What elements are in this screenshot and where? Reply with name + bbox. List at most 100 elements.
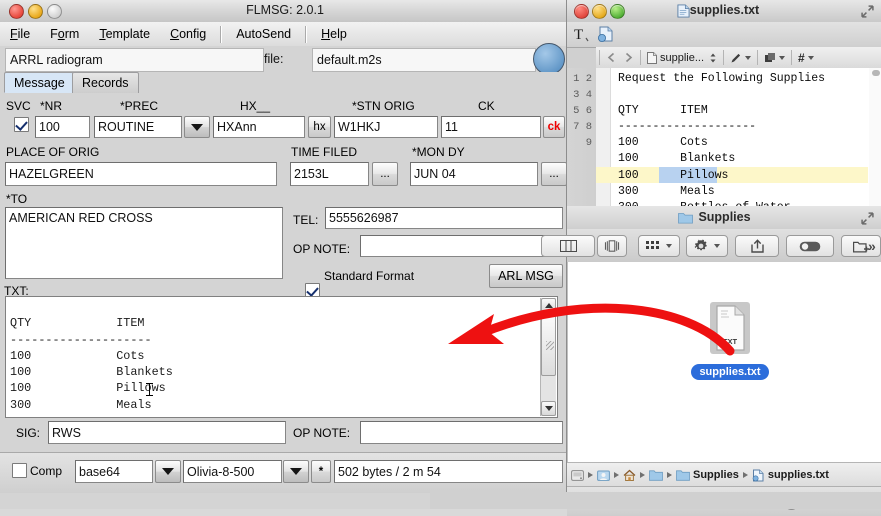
chevron-down-icon bbox=[745, 55, 752, 60]
crumb-users[interactable] bbox=[597, 469, 610, 482]
toolbar-overflow-button[interactable]: » bbox=[868, 238, 876, 254]
op-note-2-label: OP NOTE: bbox=[293, 426, 351, 440]
stn-orig-input[interactable]: W1HKJ bbox=[334, 116, 438, 138]
column-view-icon bbox=[559, 240, 577, 252]
mon-dy-browse-button[interactable]: ... bbox=[541, 162, 567, 186]
menu-template[interactable]: Template bbox=[89, 25, 160, 43]
op-note-2-input[interactable] bbox=[360, 421, 563, 444]
file-item-label: supplies.txt bbox=[691, 364, 769, 380]
crumb-desktop[interactable] bbox=[649, 469, 663, 481]
menu-autosend[interactable]: AutoSend bbox=[226, 25, 301, 43]
editor-line-numbers: 1 2 3 4 5 6 7 8 9 bbox=[573, 73, 592, 150]
hash-button[interactable]: # bbox=[795, 49, 817, 66]
file-item-supplies-txt[interactable]: TXT supplies.txt bbox=[691, 302, 769, 386]
expand-icon[interactable] bbox=[861, 212, 874, 225]
file-tab-label: supplie... bbox=[660, 51, 705, 64]
crumb-disk[interactable] bbox=[571, 469, 584, 482]
editor-margin-bar bbox=[596, 68, 611, 209]
chevron-down-icon bbox=[191, 123, 203, 131]
file-tab-button[interactable]: supplie... bbox=[644, 49, 720, 66]
arl-msg-button[interactable]: ARL MSG bbox=[489, 264, 563, 288]
coverflow-view-icon bbox=[604, 240, 620, 252]
time-filed-browse-button[interactable]: ... bbox=[372, 162, 398, 186]
share-icon bbox=[750, 239, 764, 253]
coverflow-view-button[interactable] bbox=[597, 235, 627, 257]
hx-input[interactable]: HXAnn bbox=[213, 116, 305, 138]
transfer-status: 502 bytes / 2 m 54 bbox=[334, 460, 563, 483]
menu-help[interactable]: Help bbox=[311, 25, 357, 43]
scroll-up-button[interactable] bbox=[541, 298, 556, 313]
status-indicator[interactable] bbox=[533, 43, 565, 75]
chevron-down-icon bbox=[807, 55, 814, 60]
pencil-button[interactable] bbox=[727, 49, 754, 66]
crumb-arrow-1 bbox=[588, 472, 593, 478]
crumb-file[interactable]: supplies.txt bbox=[752, 469, 829, 482]
comp-checkbox[interactable] bbox=[12, 463, 27, 478]
expand-icon[interactable] bbox=[861, 5, 874, 18]
hx-button[interactable]: hx bbox=[308, 116, 331, 138]
file-icon bbox=[647, 51, 657, 64]
flmsg-bottom-bar: Comp base64 Olivia-8-500 * 502 bytes / 2… bbox=[0, 452, 570, 493]
tel-input[interactable]: 5555626987 bbox=[325, 207, 563, 229]
finder-titlebar: Supplies bbox=[567, 206, 881, 229]
to-textarea[interactable]: AMERICAN RED CROSS bbox=[5, 207, 283, 279]
scroll-down-button[interactable] bbox=[541, 401, 556, 416]
share-button[interactable] bbox=[735, 235, 779, 257]
text-format-icon[interactable]: T bbox=[573, 25, 591, 44]
svc-checkbox[interactable] bbox=[14, 117, 29, 132]
tags-button[interactable] bbox=[786, 235, 834, 257]
place-of-orig-input[interactable]: HAZELGREEN bbox=[5, 162, 277, 186]
scroll-thumb[interactable] bbox=[541, 314, 556, 376]
txt-document-icon: TXT bbox=[710, 302, 750, 354]
finder-content-area[interactable]: TXT supplies.txt bbox=[567, 262, 881, 462]
nr-input[interactable]: 100 bbox=[35, 116, 90, 138]
crumb-supplies[interactable]: Supplies bbox=[676, 469, 739, 481]
prec-input[interactable]: ROUTINE bbox=[94, 116, 182, 138]
modem-select-value[interactable]: Olivia-8-500 bbox=[183, 460, 282, 483]
svg-text:T: T bbox=[574, 27, 583, 43]
stepper-icon[interactable] bbox=[709, 52, 717, 64]
editor-code-area[interactable]: Request the Following Supplies QTY ITEM … bbox=[596, 68, 881, 209]
text-cursor-icon bbox=[146, 383, 153, 396]
arrange-by-button[interactable] bbox=[638, 235, 680, 257]
chevron-down-icon bbox=[290, 468, 302, 475]
crumb-home[interactable] bbox=[623, 469, 636, 482]
text-editor-window: supplies.txt T File Path: ~/Desktop/Supp… bbox=[566, 0, 881, 209]
txt-scrollbar[interactable] bbox=[540, 298, 556, 416]
nr-label: *NR bbox=[40, 99, 63, 113]
action-button[interactable] bbox=[686, 235, 728, 257]
encoding-select-value[interactable]: base64 bbox=[75, 460, 153, 483]
flmsg-menubar: File Form Template Config AutoSend Help bbox=[0, 22, 570, 47]
menu-file[interactable]: File bbox=[0, 25, 40, 43]
hx-label: HX__ bbox=[240, 99, 271, 113]
comp-label: Comp bbox=[30, 464, 63, 478]
flmsg-titlebar: FLMSG: 2.0.1 bbox=[0, 0, 570, 23]
txt-textarea[interactable]: QTY ITEM -------------------- 100 Cots 1… bbox=[5, 296, 558, 418]
ck-input[interactable]: 11 bbox=[441, 116, 541, 138]
star-button[interactable]: * bbox=[311, 460, 331, 483]
tab-records[interactable]: Records bbox=[72, 72, 139, 93]
mon-dy-input[interactable]: JUN 04 bbox=[410, 162, 538, 186]
modem-dropdown-button[interactable] bbox=[283, 460, 309, 483]
nav-forward-button[interactable] bbox=[620, 49, 637, 66]
nav-back-button[interactable] bbox=[603, 49, 620, 66]
menu-separator-2 bbox=[305, 25, 308, 43]
menu-form[interactable]: Form bbox=[40, 25, 89, 43]
ck-button[interactable]: ck bbox=[543, 116, 565, 138]
editor-vertical-scrollbar[interactable] bbox=[869, 68, 881, 209]
editor-scroll-thumb[interactable] bbox=[872, 70, 880, 76]
tab-message[interactable]: Message bbox=[4, 72, 75, 93]
sig-input[interactable]: RWS bbox=[48, 421, 286, 444]
time-filed-input[interactable]: 2153L bbox=[290, 162, 369, 186]
file-label: file: bbox=[264, 52, 284, 66]
document-badge-icon[interactable] bbox=[597, 25, 616, 44]
view-toggle-group[interactable] bbox=[541, 235, 595, 257]
crumb-arrow-5 bbox=[742, 472, 748, 478]
mon-dy-label: *MON DY bbox=[412, 145, 465, 159]
menu-config[interactable]: Config bbox=[160, 25, 216, 43]
encoding-dropdown-button[interactable] bbox=[155, 460, 181, 483]
layers-button[interactable] bbox=[761, 49, 788, 66]
prec-dropdown-button[interactable] bbox=[184, 116, 210, 138]
op-note-input[interactable] bbox=[360, 235, 563, 257]
folder-icon bbox=[676, 470, 690, 481]
